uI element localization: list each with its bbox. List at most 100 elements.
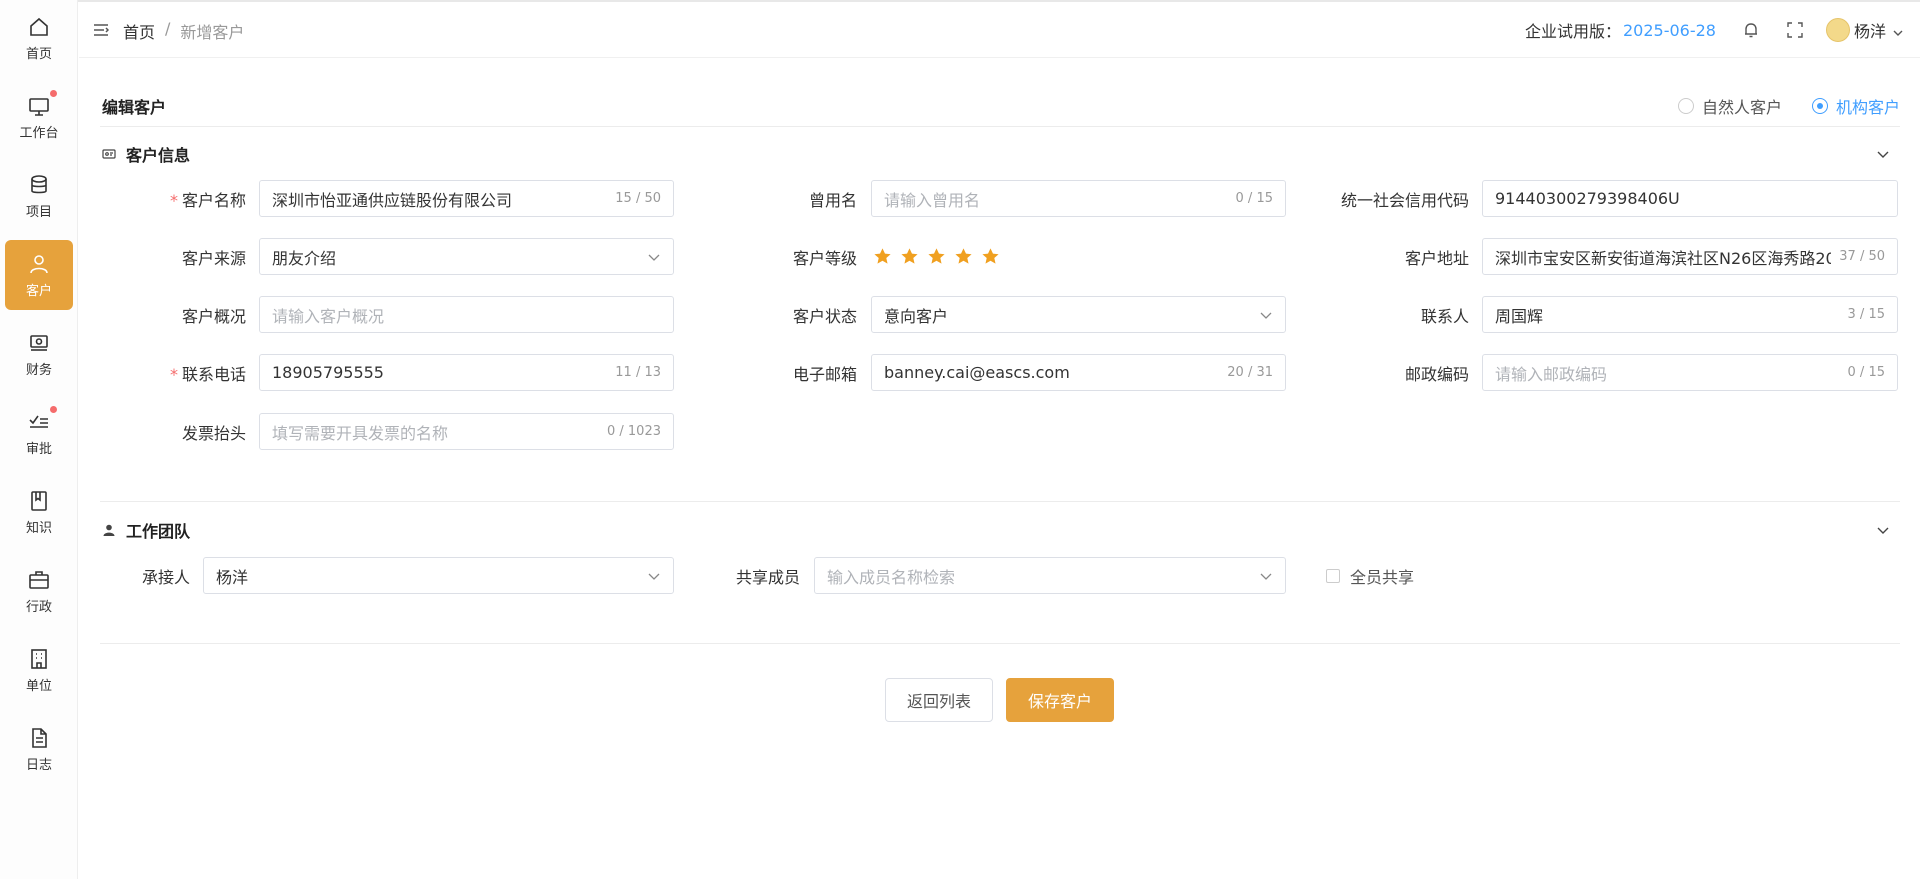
- username[interactable]: 杨洋: [1854, 18, 1886, 42]
- notification-dot: [50, 89, 57, 97]
- sidebar: 首页 工作台 项目 客户 财务 审批 知识 行政 单位 日志: [0, 0, 78, 879]
- input-placeholder: 请输入客户概况: [272, 306, 385, 326]
- id-card-icon: [102, 149, 116, 159]
- sidebar-item-home[interactable]: 首页: [5, 3, 73, 73]
- source-select[interactable]: 朋友介绍: [259, 238, 674, 275]
- select-value: 杨洋: [216, 567, 249, 587]
- invoice-input[interactable]: 填写需要开具发票的名称 0 / 1023: [259, 413, 674, 450]
- email-label: 电子邮箱: [792, 365, 857, 384]
- star-icon[interactable]: [927, 247, 946, 266]
- breadcrumb: 首页 / 新增客户: [123, 19, 244, 43]
- status-select[interactable]: 意向客户: [871, 296, 1286, 333]
- save-customer-button[interactable]: 保存客户: [1006, 678, 1114, 722]
- overview-input[interactable]: 请输入客户概况: [259, 296, 674, 333]
- sidebar-item-knowledge[interactable]: 知识: [5, 477, 73, 547]
- section-title: 客户信息: [126, 146, 191, 165]
- trial-date: 2025-06-28: [1623, 20, 1716, 40]
- customer-name-input[interactable]: 深圳市怡亚通供应链股份有限公司 15 / 50: [259, 180, 674, 217]
- input-value: 18905795555: [272, 363, 384, 382]
- phone-input[interactable]: 18905795555 11 / 13: [259, 354, 674, 391]
- sidebar-item-workbench[interactable]: 工作台: [5, 82, 73, 152]
- briefcase-icon: [27, 568, 51, 592]
- star-icon[interactable]: [900, 247, 919, 266]
- chevron-down-icon: [1260, 573, 1272, 580]
- avatar[interactable]: [1825, 18, 1850, 42]
- sidebar-item-label: 首页: [25, 46, 52, 62]
- sidebar-item-admin[interactable]: 行政: [5, 556, 73, 626]
- sidebar-item-label: 日志: [25, 757, 52, 773]
- sidebar-item-customer[interactable]: 客户: [5, 240, 73, 310]
- document-icon: [27, 726, 51, 750]
- sidebar-item-label: 审批: [25, 441, 52, 457]
- input-value: 深圳市怡亚通供应链股份有限公司: [272, 190, 513, 210]
- star-icon[interactable]: [954, 247, 973, 266]
- input-value: 深圳市宝安区新安街道海滨社区N26区海秀路2021号荣超滨海大厦A座: [1495, 248, 1831, 268]
- level-rating[interactable]: [873, 247, 1000, 266]
- checkbox-label: 全员共享: [1350, 568, 1415, 587]
- input-value: 91440300279398406U: [1495, 189, 1680, 208]
- source-label: 客户来源: [181, 249, 246, 268]
- chevron-down-icon: [648, 254, 660, 261]
- share-label: 共享成员: [735, 568, 800, 587]
- user-icon: [27, 252, 51, 276]
- trial-label: 企业试用版：: [1524, 22, 1621, 41]
- money-icon: [27, 331, 51, 355]
- page-title: 编辑客户: [102, 98, 167, 117]
- radio-label: 自然人客户: [1701, 98, 1782, 117]
- share-all-checkbox[interactable]: 全员共享: [1326, 564, 1414, 588]
- address-label: 客户地址: [1404, 249, 1469, 268]
- star-icon[interactable]: [981, 247, 1000, 266]
- credit-code-input[interactable]: 91440300279398406U: [1482, 180, 1898, 217]
- back-to-list-button[interactable]: 返回列表: [885, 678, 993, 722]
- status-label: 客户状态: [792, 307, 857, 326]
- sidebar-item-unit[interactable]: 单位: [5, 635, 73, 705]
- phone-label: * 联系电话: [169, 365, 246, 384]
- char-count: 20 / 31: [1227, 365, 1273, 380]
- assignee-select[interactable]: 杨洋: [203, 557, 674, 594]
- sidebar-item-project[interactable]: 项目: [5, 161, 73, 231]
- checklist-icon: [27, 405, 57, 434]
- input-placeholder: 请输入曾用名: [884, 190, 981, 210]
- alias-input[interactable]: 请输入曾用名 0 / 15: [871, 180, 1286, 217]
- fullscreen-icon[interactable]: [1786, 21, 1804, 39]
- bell-icon[interactable]: [1742, 21, 1760, 39]
- char-count: 37 / 50: [1839, 249, 1885, 264]
- customer-type-radio-group: 自然人客户 机构客户: [1677, 94, 1900, 118]
- sidebar-item-label: 工作台: [19, 125, 59, 141]
- email-input[interactable]: banney.cai@eascs.com 20 / 31: [871, 354, 1286, 391]
- radio-organization[interactable]: 机构客户: [1811, 94, 1900, 118]
- section-work-team: 工作团队: [102, 518, 190, 542]
- sidebar-item-label: 单位: [25, 678, 52, 694]
- sidebar-item-log[interactable]: 日志: [5, 714, 73, 784]
- char-count: 0 / 15: [1847, 365, 1885, 380]
- star-icon[interactable]: [873, 247, 892, 266]
- contact-input[interactable]: 周国辉 3 / 15: [1482, 296, 1898, 333]
- radio-natural-person[interactable]: 自然人客户: [1677, 94, 1782, 118]
- divider: [100, 643, 1900, 644]
- breadcrumb-home[interactable]: 首页: [123, 19, 155, 43]
- select-value: 意向客户: [884, 306, 949, 326]
- sidebar-item-finance[interactable]: 财务: [5, 319, 73, 389]
- section-customer-info: 客户信息: [102, 142, 190, 166]
- header-right: 企业试用版： 2025-06-28 杨洋: [1525, 14, 1904, 46]
- breadcrumb-separator: /: [165, 19, 171, 38]
- select-value: 朋友介绍: [272, 248, 337, 268]
- input-placeholder: 请输入邮政编码: [1495, 364, 1608, 384]
- breadcrumb-current: 新增客户: [180, 23, 245, 42]
- monitor-icon: [27, 89, 57, 118]
- collapse-chevron-icon[interactable]: [1876, 146, 1890, 160]
- postcode-input[interactable]: 请输入邮政编码 0 / 15: [1482, 354, 1898, 391]
- share-members-select[interactable]: 输入成员名称检索: [814, 557, 1286, 594]
- menu-toggle-icon[interactable]: [93, 22, 110, 38]
- chevron-down-icon[interactable]: [1892, 24, 1904, 36]
- section-title: 工作团队: [126, 522, 191, 541]
- radio-label: 机构客户: [1835, 98, 1900, 117]
- divider: [100, 501, 1900, 502]
- address-input[interactable]: 深圳市宝安区新安街道海滨社区N26区海秀路2021号荣超滨海大厦A座 37 / …: [1482, 238, 1898, 275]
- chevron-down-icon: [1260, 312, 1272, 319]
- input-value: banney.cai@eascs.com: [884, 363, 1070, 382]
- collapse-chevron-icon[interactable]: [1876, 522, 1890, 536]
- contact-label: 联系人: [1420, 307, 1469, 326]
- sidebar-item-approval[interactable]: 审批: [5, 398, 73, 468]
- chevron-down-icon: [648, 573, 660, 580]
